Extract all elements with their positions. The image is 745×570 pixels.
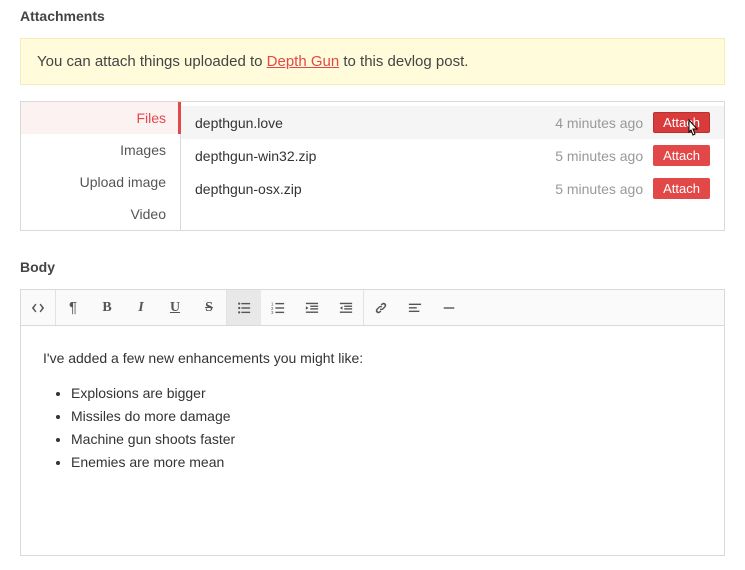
file-name: depthgun.love [195, 115, 545, 131]
underline-icon: U [170, 300, 180, 316]
bullet-list-icon [237, 301, 251, 315]
notice-text-post: to this devlog post. [339, 53, 468, 70]
indent-button[interactable] [329, 290, 363, 325]
align-left-icon [408, 301, 422, 315]
underline-button[interactable]: U [158, 290, 192, 325]
paragraph-button[interactable]: ¶ [56, 290, 90, 325]
body-list: Explosions are bigger Missiles do more d… [71, 383, 702, 473]
editor-content[interactable]: I've added a few new enhancements you mi… [21, 326, 724, 555]
file-row: depthgun-win32.zip 5 minutes ago Attach [181, 139, 724, 172]
code-icon [31, 301, 45, 315]
notice-game-link[interactable]: Depth Gun [267, 53, 340, 70]
file-name: depthgun-osx.zip [195, 181, 545, 197]
attach-button[interactable]: Attach [653, 145, 710, 166]
bold-icon: B [102, 300, 111, 316]
horizontal-rule-icon [442, 301, 456, 315]
indent-icon [339, 301, 353, 315]
tab-images[interactable]: Images [21, 134, 180, 166]
italic-button[interactable]: I [124, 290, 158, 325]
files-list: depthgun.love 4 minutes ago Attach depth… [181, 102, 724, 230]
unordered-list-button[interactable] [227, 290, 261, 325]
editor-toolbar: ¶ B I U S 123 [21, 290, 724, 326]
attachments-panel: Files Images Upload image Video depthgun… [20, 101, 725, 231]
attach-button[interactable]: Attach [653, 112, 710, 133]
attachments-heading: Attachments [20, 8, 725, 24]
attachment-tabs: Files Images Upload image Video [21, 102, 181, 230]
file-time: 5 minutes ago [555, 148, 643, 164]
link-button[interactable] [364, 290, 398, 325]
file-name: depthgun-win32.zip [195, 148, 545, 164]
link-icon [374, 301, 388, 315]
outdent-icon [305, 301, 319, 315]
bold-button[interactable]: B [90, 290, 124, 325]
tab-upload-image[interactable]: Upload image [21, 166, 180, 198]
list-item: Missiles do more damage [71, 406, 702, 427]
file-time: 4 minutes ago [555, 115, 643, 131]
file-row: depthgun-osx.zip 5 minutes ago Attach [181, 172, 724, 205]
ordered-list-button[interactable]: 123 [261, 290, 295, 325]
horizontal-rule-button[interactable] [432, 290, 466, 325]
attach-button[interactable]: Attach [653, 178, 710, 199]
notice-text-pre: You can attach things uploaded to [37, 53, 267, 70]
outdent-button[interactable] [295, 290, 329, 325]
strikethrough-button[interactable]: S [192, 290, 226, 325]
file-time: 5 minutes ago [555, 181, 643, 197]
ordered-list-icon: 123 [271, 301, 285, 315]
body-paragraph: I've added a few new enhancements you mi… [43, 348, 702, 369]
body-heading: Body [20, 259, 725, 275]
italic-icon: I [138, 300, 143, 316]
list-item: Enemies are more mean [71, 452, 702, 473]
tab-files[interactable]: Files [21, 102, 180, 134]
attachments-notice: You can attach things uploaded to Depth … [20, 38, 725, 85]
file-row: depthgun.love 4 minutes ago Attach [181, 106, 724, 139]
tab-video[interactable]: Video [21, 198, 180, 230]
body-editor: ¶ B I U S 123 [20, 289, 725, 556]
strikethrough-icon: S [205, 300, 213, 316]
pilcrow-icon: ¶ [69, 299, 77, 316]
code-view-button[interactable] [21, 290, 55, 325]
list-item: Explosions are bigger [71, 383, 702, 404]
list-item: Machine gun shoots faster [71, 429, 702, 450]
svg-text:3: 3 [271, 310, 274, 315]
align-button[interactable] [398, 290, 432, 325]
